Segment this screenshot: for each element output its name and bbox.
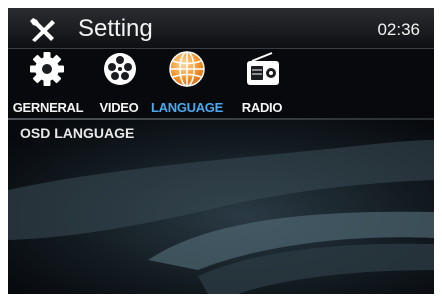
tab-label: GERNERAL [12,100,84,115]
tab-label: VIDEO [99,100,139,115]
page-title: Setting [78,15,153,42]
divider [8,118,434,120]
tab-video[interactable]: VIDEO [92,50,146,116]
header-bar: Setting 02:36 [8,8,434,49]
tab-label: LANGUAGE [151,100,223,115]
gear-icon [30,52,64,86]
tab-radio[interactable]: RADIO [234,50,290,116]
settings-tabs: GERNERAL VIDEO LANGUAGE RADIO [8,48,434,118]
clock: 02:36 [377,20,420,39]
tab-language[interactable]: LANGUAGE [148,50,226,116]
background-wave [8,120,434,294]
settings-screen: Setting 02:36 GERNERAL VIDEO LANGUAGE RA… [8,8,434,294]
tab-general[interactable]: GERNERAL [12,50,84,116]
tools-icon [30,18,55,42]
tab-label: RADIO [241,100,283,115]
option-osd-language[interactable]: OSD LANGUAGE [20,125,134,141]
globe-icon [169,51,205,87]
radio-icon [247,52,279,85]
film-reel-icon [104,53,136,85]
